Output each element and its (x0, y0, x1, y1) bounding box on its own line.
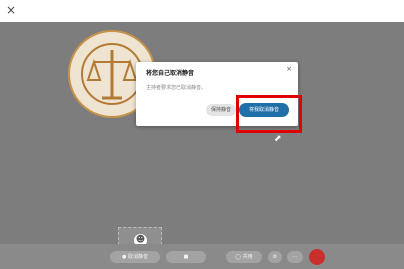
control-bar: ● 取消静音 ■ ◯ 共用 ⚙ ··· (0, 244, 404, 269)
dialog-message: 主持者要求您已取消静音。 (146, 85, 207, 91)
settings-button[interactable]: ⚙ (268, 251, 282, 263)
meeting-window: × ☻ ● 鲁朝春节 将您自己取消静音 × 主持者要求您已取消静音。 保持静音 … (0, 0, 404, 269)
highlight-box (236, 95, 302, 133)
stay-muted-button[interactable]: 保持静音 (206, 104, 236, 116)
close-icon[interactable]: × (286, 65, 292, 73)
leave-button[interactable] (309, 249, 325, 265)
unmute-toggle-button[interactable]: ● 取消静音 (110, 251, 160, 263)
cursor-icon: ⬈ (274, 134, 282, 144)
share-label: 共用 (242, 254, 253, 260)
share-button[interactable]: ◯ 共用 (226, 251, 262, 263)
title-bar: × (0, 0, 404, 22)
share-icon: ◯ (235, 254, 243, 260)
video-icon: ■ (183, 254, 189, 260)
more-label: ··· (292, 254, 298, 260)
window-close-icon[interactable]: × (6, 3, 16, 17)
video-stage: ☻ ● 鲁朝春节 (0, 22, 404, 263)
video-button[interactable]: ■ (166, 251, 206, 263)
dialog-title: 将您自己取消静音 (146, 70, 195, 77)
more-button[interactable]: ··· (287, 251, 303, 263)
unmute-toggle-label: 取消静音 (127, 254, 148, 260)
settings-icon: ⚙ (272, 254, 278, 260)
